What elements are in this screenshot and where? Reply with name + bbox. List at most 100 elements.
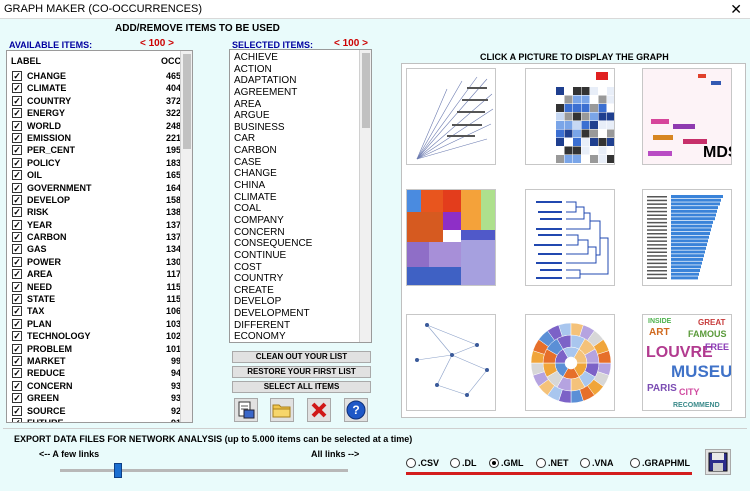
thumb-mds[interactable]: MDS — [642, 68, 732, 165]
checkbox-icon[interactable]: ✓ — [12, 269, 22, 280]
checkbox-icon[interactable]: ✓ — [12, 232, 22, 243]
checkbox-icon[interactable]: ✓ — [12, 145, 22, 156]
available-item-row[interactable]: ✓ COUNTRY 372 — [11, 95, 181, 107]
available-item-row[interactable]: ✓ CONCERN 93 — [11, 380, 181, 392]
selected-item-row[interactable]: CAR — [234, 133, 359, 145]
selected-item-row[interactable]: CASE — [234, 157, 359, 169]
checkbox-icon[interactable]: ✓ — [12, 71, 22, 81]
available-item-row[interactable]: ✓ YEAR 137 — [11, 219, 181, 231]
print-button[interactable] — [234, 398, 258, 422]
thumb-dendrogram[interactable] — [525, 189, 615, 286]
available-item-row[interactable]: ✓ POWER 130 — [11, 256, 181, 268]
thumb-radial-graph[interactable] — [406, 68, 496, 165]
checkbox-icon[interactable]: ✓ — [12, 170, 22, 181]
links-slider-thumb[interactable] — [113, 463, 122, 478]
checkbox-icon[interactable]: ✓ — [12, 368, 22, 379]
available-item-row[interactable]: ✓ STATE 115 — [11, 293, 181, 305]
checkbox-icon[interactable]: ✓ — [12, 194, 22, 205]
checkbox-icon[interactable]: ✓ — [12, 157, 22, 168]
thumb-treemap[interactable] — [406, 189, 496, 286]
checkbox-icon[interactable]: ✓ — [12, 95, 22, 106]
checkbox-icon[interactable]: ✓ — [12, 318, 22, 329]
selected-count[interactable]: < 100 > — [334, 38, 368, 49]
selected-item-row[interactable]: COMPANY — [234, 215, 359, 227]
available-items-list[interactable]: LABEL OCC ✓ CHANGE 465 ✓ CLIMATE 404 ✓ COUNTRY 3… — [6, 50, 193, 423]
available-item-row[interactable]: ✓ TAX 106 — [11, 305, 181, 317]
selected-item-row[interactable]: AGREEMENT — [234, 87, 359, 99]
checkbox-icon[interactable]: ✓ — [12, 294, 22, 305]
format-radio-vna[interactable]: .VNA — [580, 457, 614, 468]
available-item-row[interactable]: ✓ ENERGY 322 — [11, 107, 181, 119]
format-radio-graphml[interactable]: .GRAPHML — [630, 457, 690, 468]
radio-icon[interactable] — [580, 457, 590, 468]
available-item-row[interactable]: ✓ GREEN 93 — [11, 392, 181, 404]
checkbox-icon[interactable]: ✓ — [12, 256, 22, 267]
checkbox-icon[interactable]: ✓ — [12, 405, 22, 416]
checkbox-icon[interactable]: ✓ — [12, 207, 22, 218]
available-item-row[interactable]: ✓ FUTURE 91 — [11, 417, 181, 422]
checkbox-icon[interactable]: ✓ — [12, 83, 22, 94]
help-button[interactable]: ? — [344, 398, 368, 422]
format-radio-gml[interactable]: .GML — [489, 457, 524, 468]
available-count[interactable]: < 100 > — [140, 38, 174, 49]
clean-out-list-button[interactable]: CLEAN OUT YOUR LIST — [232, 351, 371, 363]
available-item-row[interactable]: ✓ WORLD 248 — [11, 120, 181, 132]
radio-icon[interactable] — [406, 457, 416, 468]
available-item-row[interactable]: ✓ SOURCE 92 — [11, 405, 181, 417]
available-item-row[interactable]: ✓ GAS 134 — [11, 243, 181, 255]
available-scrollbar[interactable] — [180, 51, 192, 422]
selected-items-list[interactable]: ACHIEVE ACTION ADAPTATION AGREEMENT AREA ARGU… — [229, 49, 372, 343]
available-item-row[interactable]: ✓ PER_CENT 195 — [11, 144, 181, 156]
selected-item-row[interactable]: CARBON — [234, 145, 359, 157]
available-item-row[interactable]: ✓ PLAN 103 — [11, 318, 181, 330]
available-item-row[interactable]: ✓ CLIMATE 404 — [11, 82, 181, 94]
checkbox-icon[interactable]: ✓ — [12, 219, 22, 230]
selected-scroll-thumb[interactable] — [362, 53, 370, 128]
thumb-network-graph[interactable] — [406, 314, 496, 411]
available-item-row[interactable]: ✓ DEVELOP 158 — [11, 194, 181, 206]
selected-item-row[interactable]: CLIMATE — [234, 192, 359, 204]
thumb-bar-ranking[interactable] — [642, 189, 732, 286]
checkbox-icon[interactable]: ✓ — [12, 120, 22, 131]
selected-item-row[interactable]: COST — [234, 262, 359, 274]
available-item-row[interactable]: ✓ AREA 117 — [11, 268, 181, 280]
selected-item-row[interactable]: COUNTRY — [234, 273, 359, 285]
selected-item-row[interactable]: ACHIEVE — [234, 52, 359, 64]
selected-item-row[interactable]: BUSINESS — [234, 122, 359, 134]
links-slider-track[interactable] — [60, 469, 348, 472]
checkbox-icon[interactable]: ✓ — [12, 331, 22, 342]
format-radio-csv[interactable]: .CSV — [406, 457, 439, 468]
format-radio-dl[interactable]: .DL — [450, 457, 477, 468]
available-item-row[interactable]: ✓ CARBON 137 — [11, 231, 181, 243]
available-item-row[interactable]: ✓ NEED 115 — [11, 281, 181, 293]
radio-icon[interactable] — [536, 457, 546, 468]
select-all-button[interactable]: SELECT ALL ITEMS — [232, 381, 371, 393]
checkbox-icon[interactable]: ✓ — [12, 244, 22, 255]
selected-item-row[interactable]: ADAPTATION — [234, 75, 359, 87]
selected-item-row[interactable]: CREATE — [234, 285, 359, 297]
checkbox-icon[interactable]: ✓ — [12, 108, 22, 119]
radio-icon[interactable] — [630, 457, 640, 468]
restore-list-button[interactable]: RESTORE YOUR FIRST LIST — [232, 366, 371, 378]
selected-item-row[interactable]: DEVELOPMENT — [234, 308, 359, 320]
available-scroll-thumb[interactable] — [183, 54, 191, 149]
format-radio-net[interactable]: .NET — [536, 457, 569, 468]
selected-item-row[interactable]: DIFFERENT — [234, 320, 359, 332]
checkbox-icon[interactable]: ✓ — [12, 355, 22, 366]
checkbox-icon[interactable]: ✓ — [12, 281, 22, 292]
selected-scrollbar[interactable] — [359, 50, 371, 342]
available-item-row[interactable]: ✓ POLICY 183 — [11, 157, 181, 169]
thumb-heatmap-matrix[interactable] — [525, 68, 615, 165]
checkbox-icon[interactable]: ✓ — [12, 306, 22, 317]
checkbox-icon[interactable]: ✓ — [12, 132, 22, 143]
selected-item-row[interactable]: CONSEQUENCE — [234, 238, 359, 250]
open-folder-button[interactable] — [270, 398, 294, 422]
available-item-row[interactable]: ✓ GOVERNMENT 164 — [11, 182, 181, 194]
thumb-word-cloud[interactable]: LOUVRE MUSEUM ART FAMOUS FREE GREAT PARI… — [642, 314, 732, 411]
radio-icon[interactable] — [450, 457, 460, 468]
close-icon[interactable]: ✕ — [730, 1, 742, 18]
selected-item-row[interactable]: ECONOMY — [234, 331, 359, 342]
available-item-row[interactable]: ✓ MARKET 99 — [11, 355, 181, 367]
checkbox-icon[interactable]: ✓ — [12, 182, 22, 193]
selected-item-row[interactable]: CHINA — [234, 180, 359, 192]
